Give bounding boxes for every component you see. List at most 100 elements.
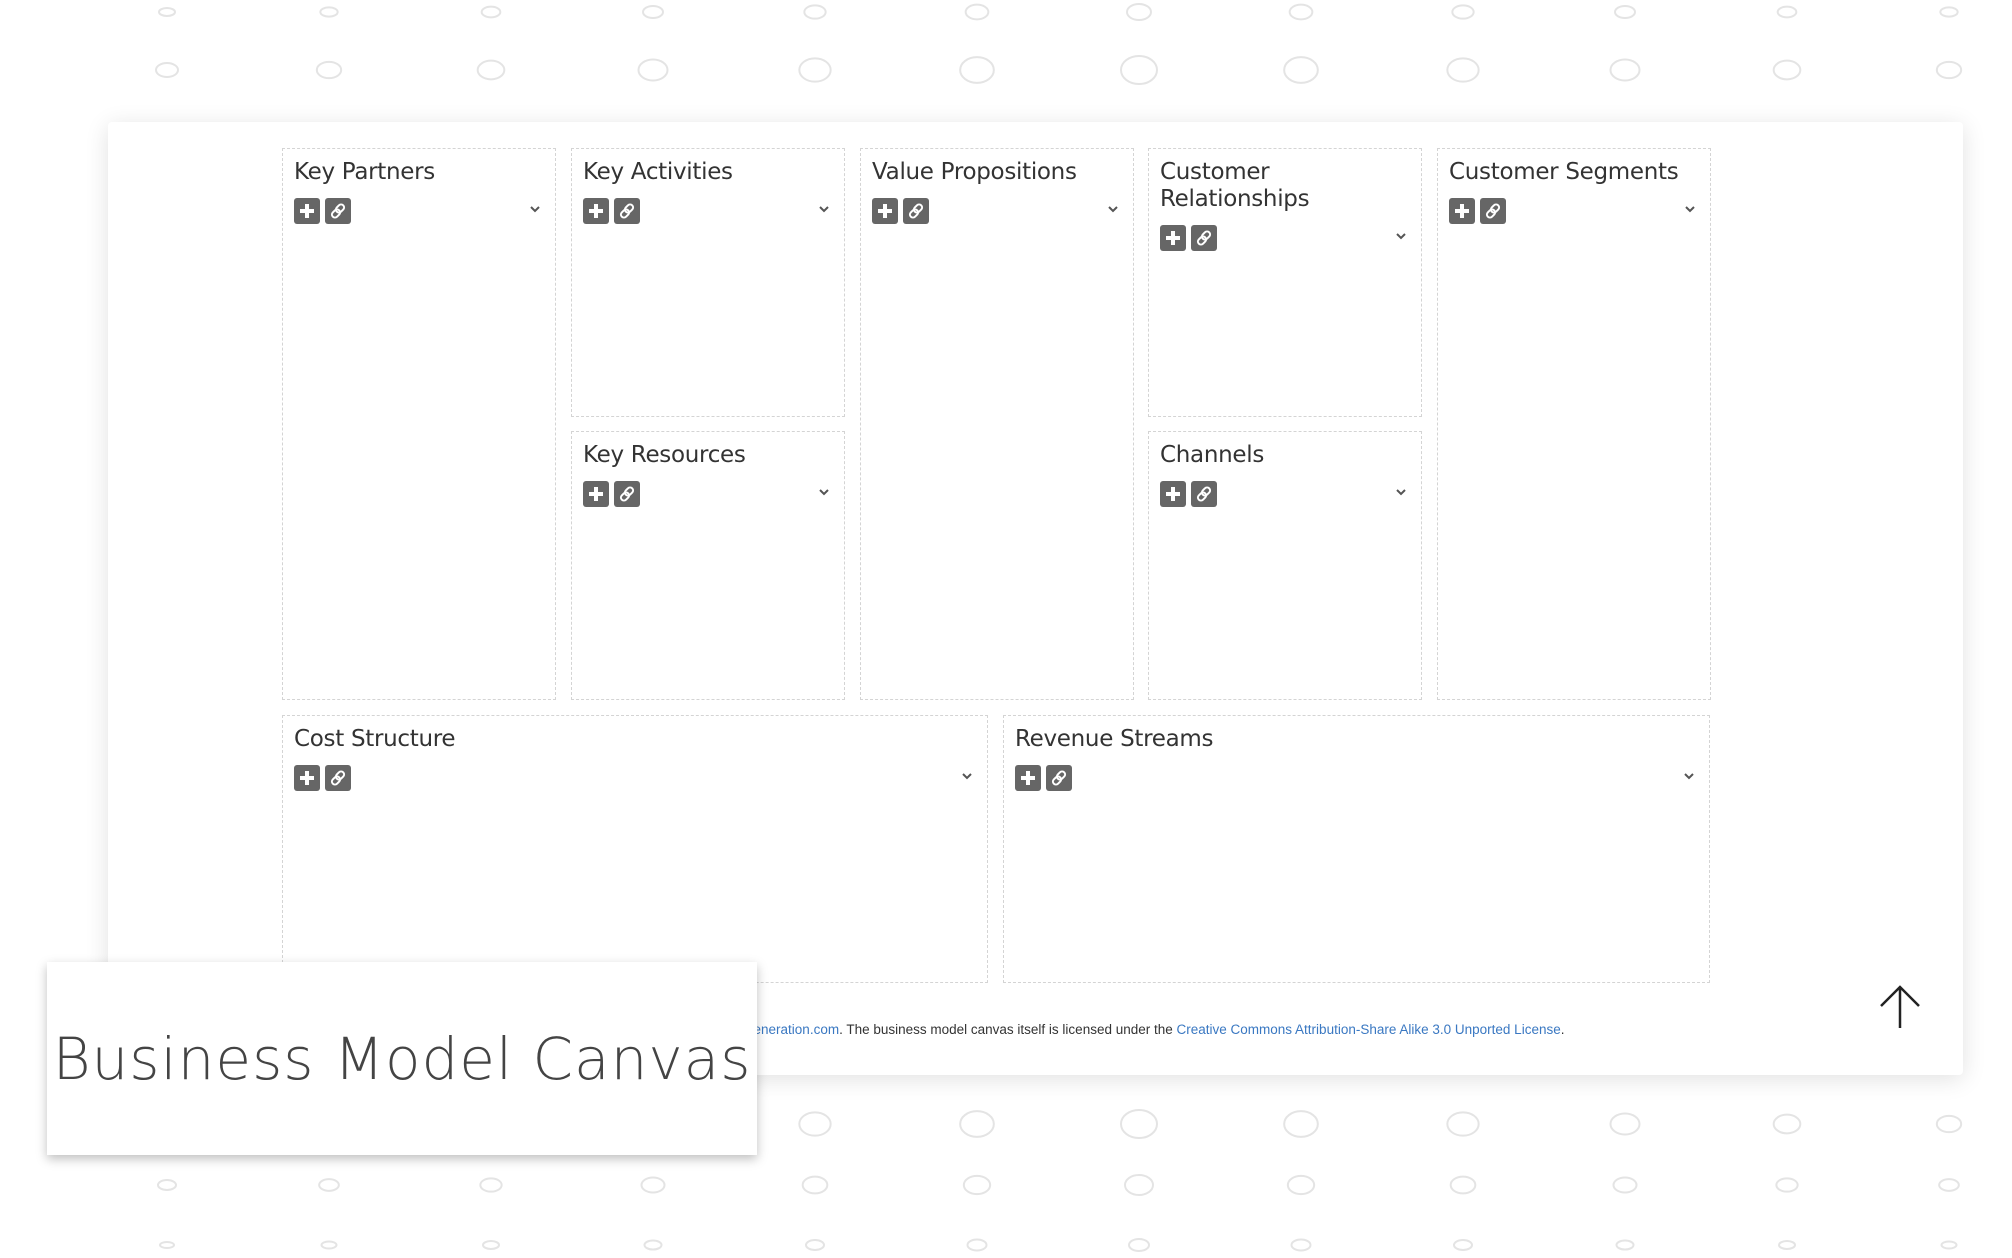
pattern-circle xyxy=(1935,1114,1963,1134)
block-toolbar xyxy=(1015,765,1698,791)
block-title: Value Propositions xyxy=(872,159,1077,185)
pattern-circle xyxy=(155,62,179,78)
pattern-circle xyxy=(1449,1175,1477,1195)
pattern-circle xyxy=(966,1238,988,1252)
pattern-circle xyxy=(1126,3,1152,21)
pattern-circle xyxy=(962,1174,992,1196)
plus-icon xyxy=(1166,487,1180,501)
chevron-down-icon[interactable] xyxy=(1394,229,1408,248)
add-item-button[interactable] xyxy=(1160,225,1186,251)
pattern-circle xyxy=(1775,1177,1799,1193)
link-icon xyxy=(1196,486,1212,502)
pattern-circle xyxy=(1772,59,1802,81)
pattern-circle xyxy=(318,1178,340,1192)
pattern-circle xyxy=(1283,56,1319,84)
chevron-down-icon[interactable] xyxy=(817,485,831,504)
block-channels: Channels xyxy=(1148,431,1422,700)
pattern-circle xyxy=(1935,60,1963,80)
pattern-circle xyxy=(798,1111,832,1137)
pattern-circle xyxy=(159,1241,175,1249)
block-toolbar xyxy=(294,765,976,791)
chevron-down-icon[interactable] xyxy=(528,202,542,221)
pattern-circle xyxy=(1940,1240,1958,1250)
pattern-circle xyxy=(805,1239,825,1251)
overlay-title-panel: Business Model Canvas xyxy=(47,962,757,1155)
block-key-resources: Key Resources xyxy=(571,431,845,700)
license-link[interactable]: Creative Commons Attribution-Share Alike… xyxy=(1177,1022,1561,1037)
chevron-down-icon[interactable] xyxy=(1106,202,1120,221)
pattern-circle xyxy=(1938,1178,1960,1192)
link-icon xyxy=(1485,203,1501,219)
block-title: Key Partners xyxy=(294,159,435,185)
add-item-button[interactable] xyxy=(583,198,609,224)
overlay-title: Business Model Canvas xyxy=(52,1024,752,1093)
chevron-down-icon[interactable] xyxy=(1682,769,1696,788)
chevron-down-icon[interactable] xyxy=(1683,202,1697,221)
link-icon xyxy=(1196,230,1212,246)
pattern-circle xyxy=(1290,1238,1312,1252)
pattern-circle xyxy=(1612,1176,1638,1194)
link-button[interactable] xyxy=(614,481,640,507)
add-item-button[interactable] xyxy=(294,765,320,791)
pattern-circle xyxy=(1778,1240,1796,1250)
pattern-circle xyxy=(964,3,990,21)
link-button[interactable] xyxy=(1191,481,1217,507)
pattern-circle xyxy=(1451,4,1475,20)
link-button[interactable] xyxy=(1480,198,1506,224)
add-item-button[interactable] xyxy=(1015,765,1041,791)
block-customer-relationships: Customer Relationships xyxy=(1148,148,1422,417)
block-title: Channels xyxy=(1160,442,1265,468)
pattern-circle xyxy=(803,4,827,20)
add-item-button[interactable] xyxy=(1160,481,1186,507)
pattern-circle xyxy=(1772,1113,1802,1135)
pattern-circle xyxy=(1283,1110,1319,1138)
link-icon xyxy=(1051,770,1067,786)
pattern-circle xyxy=(319,6,339,18)
pattern-circle xyxy=(1120,1109,1158,1139)
plus-icon xyxy=(300,204,314,218)
block-toolbar xyxy=(1160,225,1410,251)
chevron-down-icon[interactable] xyxy=(1394,485,1408,504)
pattern-circle xyxy=(1453,1239,1473,1251)
pattern-circle xyxy=(959,1110,995,1138)
scroll-to-top-arrow-icon[interactable] xyxy=(1878,984,1922,1035)
add-item-button[interactable] xyxy=(1449,198,1475,224)
pattern-circle xyxy=(1286,1174,1316,1196)
plus-icon xyxy=(1166,231,1180,245)
link-button[interactable] xyxy=(1191,225,1217,251)
pattern-circle xyxy=(482,1240,500,1250)
block-title: Customer Relationships xyxy=(1160,159,1310,212)
link-button[interactable] xyxy=(325,198,351,224)
add-item-button[interactable] xyxy=(583,481,609,507)
link-button[interactable] xyxy=(614,198,640,224)
block-revenue-streams: Revenue Streams xyxy=(1003,715,1710,983)
pattern-circle xyxy=(158,7,176,17)
pattern-circle xyxy=(157,1179,177,1191)
chevron-down-icon[interactable] xyxy=(817,202,831,221)
pattern-circle xyxy=(1609,58,1641,82)
block-toolbar xyxy=(294,198,544,224)
pattern-circle xyxy=(1446,57,1480,83)
link-icon xyxy=(330,770,346,786)
plus-icon xyxy=(589,487,603,501)
add-item-button[interactable] xyxy=(294,198,320,224)
link-icon xyxy=(619,486,635,502)
link-icon xyxy=(619,203,635,219)
pattern-circle xyxy=(1288,3,1314,21)
block-cost-structure: Cost Structure xyxy=(282,715,988,983)
license-footer: delgeneration.com. The business model ca… xyxy=(728,1022,1564,1037)
license-text: . The business model canvas itself is li… xyxy=(839,1022,1177,1037)
pattern-circle xyxy=(642,5,664,19)
canvas-card: Key Partners Key Activities Key Resource… xyxy=(108,122,1963,1075)
link-button[interactable] xyxy=(1046,765,1072,791)
block-value-propositions: Value Propositions xyxy=(860,148,1134,700)
link-button[interactable] xyxy=(325,765,351,791)
add-item-button[interactable] xyxy=(872,198,898,224)
chevron-down-icon[interactable] xyxy=(960,769,974,788)
pattern-circle xyxy=(801,1175,829,1195)
block-customer-segments: Customer Segments xyxy=(1437,148,1711,700)
pattern-circle xyxy=(320,1240,338,1250)
link-button[interactable] xyxy=(903,198,929,224)
plus-icon xyxy=(1455,204,1469,218)
pattern-circle xyxy=(1120,55,1158,85)
